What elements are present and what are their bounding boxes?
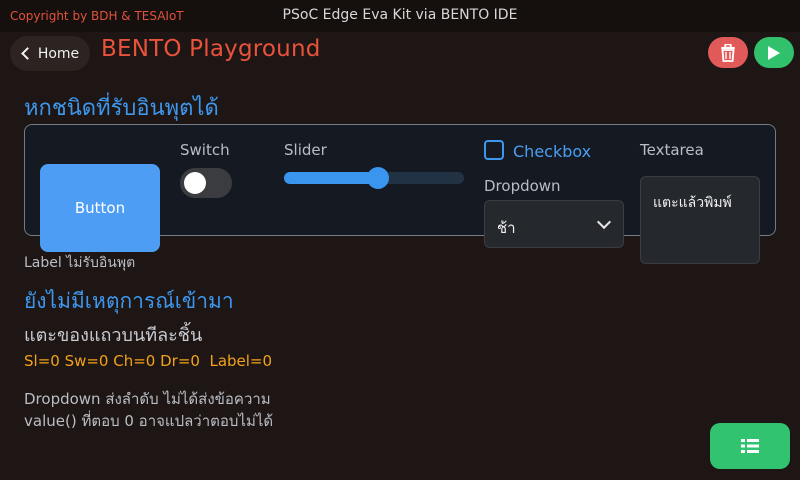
home-button[interactable]: Home [10, 36, 90, 71]
kit-title: PSoC Edge Eva Kit via BENTO IDE [282, 7, 518, 23]
list-button[interactable] [710, 423, 790, 469]
dropdown-label: Dropdown [484, 177, 561, 195]
run-button[interactable] [754, 37, 794, 68]
dropdown-value: ช้า [497, 219, 516, 237]
textarea-input[interactable]: แตะแล้วพิมพ์ [640, 176, 760, 264]
textarea-label: Textarea [640, 141, 704, 159]
play-icon [768, 45, 780, 60]
status-readout: Sl=0 Sw=0 Ch=0 Dr=0 Label=0 [24, 352, 273, 370]
note-text: Dropdown ส่งลำดับ ไม่ได้ส่งข้อความ value… [24, 388, 273, 432]
note-line-1: Dropdown ส่งลำดับ ไม่ได้ส่งข้อความ [24, 390, 271, 408]
trash-icon [721, 43, 735, 62]
hint-text: แตะของแถวบนทีละชิ้น [24, 325, 203, 346]
section-title: หกชนิดที่รับอินพุตได้ [24, 96, 219, 121]
checkbox-label[interactable]: Checkbox [513, 142, 591, 161]
event-title: ยังไม่มีเหตุการณ์เข้ามา [24, 289, 234, 313]
list-icon [741, 439, 759, 453]
switch-knob[interactable] [184, 172, 206, 194]
slider-fill [284, 172, 379, 184]
delete-button[interactable] [708, 37, 748, 68]
chevron-left-icon [20, 47, 34, 60]
switch-label: Switch [180, 141, 230, 159]
note-line-2: value() ที่ตอบ 0 อาจแปลว่าตอบไม่ได้ [24, 412, 274, 430]
static-label: Label ไม่รับอินพุต [24, 255, 136, 271]
page-title: BENTO Playground [101, 36, 321, 62]
checkbox[interactable] [484, 140, 504, 160]
demo-button[interactable]: Button [40, 164, 160, 252]
slider-label: Slider [284, 141, 327, 159]
home-label: Home [37, 45, 80, 62]
top-bar: Copyright by BDH & TESAIoT PSoC Edge Eva… [0, 0, 800, 32]
